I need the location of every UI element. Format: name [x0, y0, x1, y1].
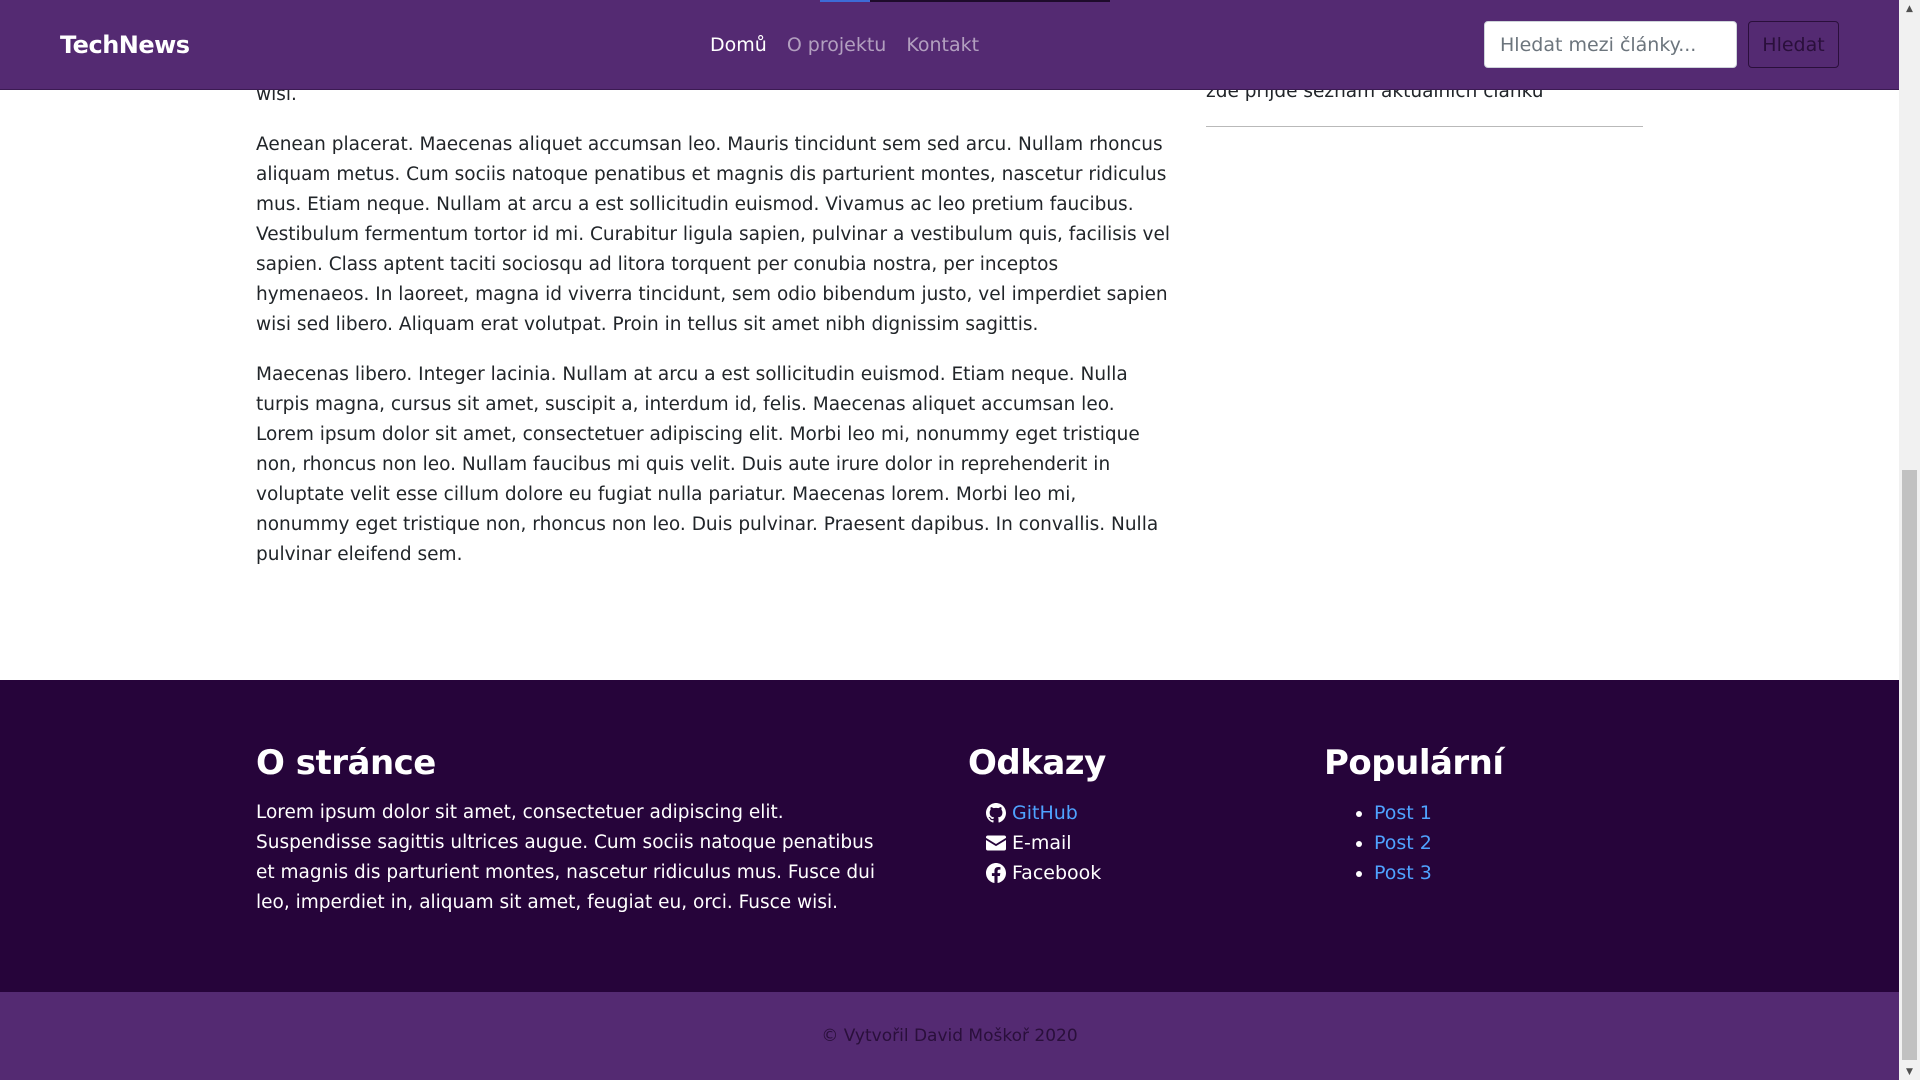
- facebook-link[interactable]: Facebook: [1012, 858, 1101, 888]
- footer-about-title: O stránce: [256, 743, 436, 783]
- scrollbar-thumb[interactable]: [1902, 470, 1917, 1060]
- list-item: Post 3: [1374, 858, 1624, 888]
- scroll-down-arrow-icon[interactable]: ▼: [1899, 1063, 1920, 1080]
- email-link[interactable]: E-mail: [1012, 828, 1072, 858]
- search-input[interactable]: [1484, 21, 1737, 68]
- article-paragraph: Maecenas libero. Integer lacinia. Nullam…: [256, 364, 1159, 565]
- copyright-text: © Vytvořil David Moškoř 2020: [821, 1026, 1078, 1046]
- footer: O stránce Lorem ipsum dolor sit amet, co…: [0, 680, 1899, 992]
- footer-popular-column: Populární Post 1 Post 2 Post 3: [1324, 740, 1624, 888]
- page-scrollbar[interactable]: ▲ ▼: [1899, 0, 1920, 1080]
- footer-links-column: Odkazy GitHub E-mail Facebook: [968, 740, 1268, 888]
- search-button[interactable]: Hledat: [1748, 21, 1839, 68]
- footer-about-column: O stránce Lorem ipsum dolor sit amet, co…: [256, 740, 896, 918]
- footer-links-title: Odkazy: [968, 743, 1106, 783]
- nav-link-about[interactable]: O projektu: [787, 34, 887, 56]
- popular-post-link[interactable]: Post 2: [1374, 832, 1432, 854]
- nav-link-contact[interactable]: Kontakt: [906, 34, 979, 56]
- footer-link-github: GitHub: [986, 798, 1268, 828]
- article-paragraph: Aenean placerat. Maecenas aliquet accums…: [256, 134, 1171, 335]
- popular-post-link[interactable]: Post 1: [1374, 802, 1432, 824]
- footer-link-facebook: Facebook: [986, 858, 1268, 888]
- search-form: Hledat: [1484, 21, 1839, 68]
- navbar: TechNews Domů O projektu Kontakt Hledat: [0, 0, 1899, 90]
- envelope-icon: [986, 835, 1006, 851]
- github-link[interactable]: GitHub: [1012, 798, 1078, 828]
- footer-link-email: E-mail: [986, 828, 1268, 858]
- footer-about-text: Lorem ipsum dolor sit amet, consectetuer…: [256, 802, 875, 913]
- facebook-icon: [986, 863, 1006, 883]
- popular-posts-list: Post 1 Post 2 Post 3: [1324, 798, 1624, 888]
- scroll-up-arrow-icon[interactable]: ▲: [1899, 0, 1920, 17]
- github-icon: [986, 803, 1006, 823]
- nav-link-home[interactable]: Domů: [710, 34, 767, 56]
- popular-post-link[interactable]: Post 3: [1374, 862, 1432, 884]
- list-item: Post 1: [1374, 798, 1624, 828]
- copyright-bar: © Vytvořil David Moškoř 2020: [0, 992, 1899, 1080]
- footer-links-list: GitHub E-mail Facebook: [968, 798, 1268, 888]
- footer-popular-title: Populární: [1324, 743, 1504, 783]
- brand-logo[interactable]: TechNews: [60, 31, 190, 59]
- nav-menu: Domů O projektu Kontakt: [710, 0, 979, 90]
- sidebar-divider: [1206, 126, 1643, 127]
- article-content: wisi. Aenean placerat. Maecenas aliquet …: [256, 80, 1171, 590]
- list-item: Post 2: [1374, 828, 1624, 858]
